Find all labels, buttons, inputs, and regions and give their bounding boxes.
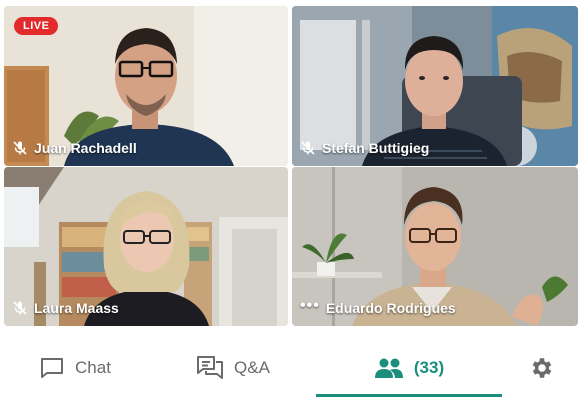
- more-options-icon[interactable]: •••: [300, 298, 320, 315]
- participant-name: Juan Rachadell: [34, 140, 137, 156]
- participant-name: Eduardo Rodrigues: [325, 300, 456, 316]
- tab-chat-label: Chat: [75, 358, 111, 377]
- tab-qa[interactable]: Q&A: [150, 338, 316, 398]
- participant-label: Stefan Buttigieg: [300, 140, 429, 156]
- gear-icon: [529, 355, 555, 381]
- tab-chat[interactable]: Chat: [0, 338, 150, 398]
- video-tile-eduardo-rodrigues[interactable]: ••• Eduardo Rodrigues: [292, 167, 578, 326]
- live-badge: LIVE: [14, 17, 59, 35]
- video-tile-stefan-buttigieg[interactable]: Stefan Buttigieg: [292, 6, 578, 166]
- mic-muted-icon: [12, 300, 28, 316]
- participant-count: (33): [413, 358, 445, 377]
- bottom-tab-bar: Chat Q&A (33): [0, 338, 581, 398]
- participant-name: Stefan Buttigieg: [322, 140, 430, 156]
- video-tile-laura-maass[interactable]: Laura Maass: [4, 167, 288, 326]
- mic-muted-icon: [300, 140, 316, 156]
- video-grid: LIVE Juan Rachadell Stefan Buttigieg Lau…: [4, 6, 578, 326]
- meeting-window: LIVE Juan Rachadell Stefan Buttigieg Lau…: [0, 0, 581, 400]
- people-icon: [374, 357, 404, 379]
- participant-label: Juan Rachadell: [12, 140, 137, 156]
- participant-name: Laura Maass: [34, 300, 119, 316]
- chat-bubble-icon: [39, 356, 65, 380]
- qa-icon: [196, 355, 224, 381]
- mic-muted-icon: [12, 140, 28, 156]
- video-tile-juan-rachadell[interactable]: LIVE Juan Rachadell: [4, 6, 288, 166]
- settings-button[interactable]: [502, 338, 581, 398]
- participant-label: ••• Eduardo Rodrigues: [300, 298, 456, 317]
- active-tab-indicator: [316, 394, 502, 397]
- tab-qa-label: Q&A: [234, 358, 270, 377]
- tab-people[interactable]: (33): [316, 338, 502, 398]
- participant-label: Laura Maass: [12, 300, 119, 316]
